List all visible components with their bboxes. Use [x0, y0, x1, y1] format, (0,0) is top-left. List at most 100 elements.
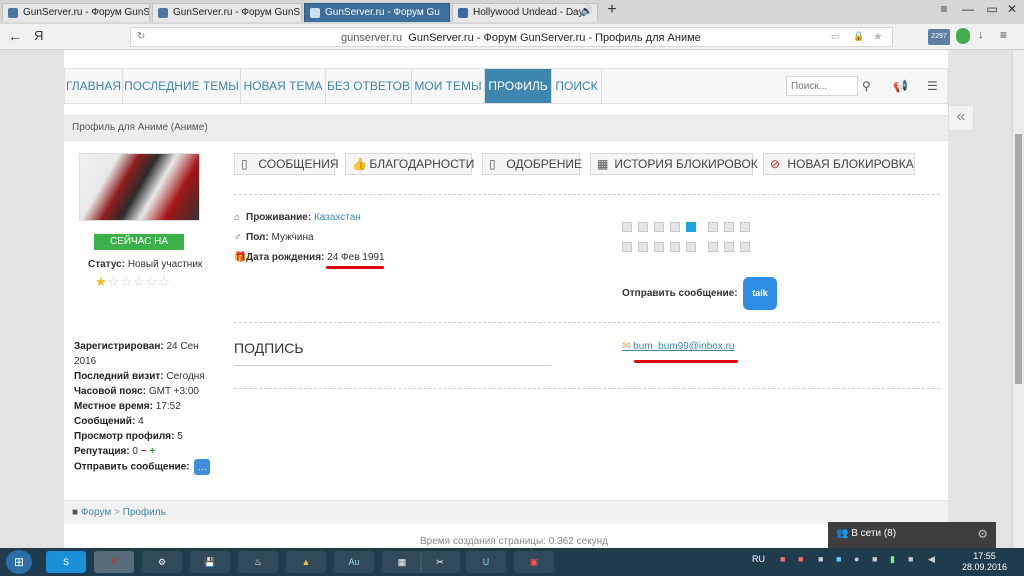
minimize-button[interactable]: —: [956, 2, 980, 16]
search-icon[interactable]: ⚲: [862, 79, 871, 93]
settings-taskbar-icon[interactable]: ⚙: [142, 551, 182, 573]
user-icon[interactable]: [638, 242, 648, 252]
clock[interactable]: 17:55 28.09.2016: [962, 551, 1007, 573]
residence-link[interactable]: Казахстан: [314, 212, 361, 223]
nav-my-topics[interactable]: МОИ ТЕМЫ: [412, 69, 485, 103]
window-taskbar-icon[interactable]: ▦: [382, 551, 422, 573]
messages-button[interactable]: ▯ СООБЩЕНИЯ: [234, 153, 339, 175]
copy-icon[interactable]: ▭: [831, 31, 840, 42]
breadcrumb-home[interactable]: Форум: [81, 507, 111, 518]
list-icon[interactable]: ☰: [927, 79, 938, 93]
announce-icon[interactable]: 📢: [893, 79, 908, 93]
ban-history-button[interactable]: ▦ ИСТОРИЯ БЛОКИРОВОК: [590, 153, 758, 175]
tray-app-icon[interactable]: ■: [798, 554, 803, 564]
steam-icon[interactable]: [670, 242, 680, 252]
tray-app-icon[interactable]: ■: [780, 554, 785, 564]
document-icon: ▯: [489, 157, 496, 171]
divider: [234, 388, 940, 389]
nav-profile[interactable]: ПРОФИЛЬ: [485, 69, 552, 103]
msn-icon[interactable]: [708, 242, 718, 252]
button-label: ОДОБРЕНИЕ: [506, 157, 583, 171]
nav-latest-topics[interactable]: ПОСЛЕДНИЕ ТЕМЫ: [123, 69, 241, 103]
tray-app-icon[interactable]: ■: [908, 554, 913, 564]
nav-search[interactable]: ПОИСК: [552, 69, 602, 103]
game-taskbar-icon[interactable]: ▲: [286, 551, 326, 573]
collapse-sidebar-icon[interactable]: «: [948, 105, 974, 131]
skype-icon[interactable]: [686, 222, 696, 232]
tray-app-icon[interactable]: ■: [872, 554, 877, 564]
aim-icon[interactable]: [740, 242, 750, 252]
web-icon[interactable]: [686, 242, 696, 252]
yahoo-icon[interactable]: [724, 242, 734, 252]
jabber-icon[interactable]: [724, 222, 734, 232]
steam-tray-icon[interactable]: ●: [854, 554, 859, 564]
url-field[interactable]: ↻ gunserver.ru GunServer.ru - Форум GunS…: [130, 27, 893, 47]
email-text: bum_bum99@inbox.ru: [633, 341, 735, 352]
uplay-taskbar-icon[interactable]: U: [466, 551, 506, 573]
new-ban-button[interactable]: ⊘ НОВАЯ БЛОКИРОВКА: [763, 153, 915, 175]
online-users-panel[interactable]: 👥 В сети (8) ⚙: [828, 522, 996, 548]
reload-icon[interactable]: ↻: [137, 31, 145, 42]
lock-icon[interactable]: 🔒: [853, 31, 864, 42]
skype-taskbar-icon[interactable]: S: [46, 551, 86, 573]
gender-value: Мужчина: [271, 232, 314, 243]
thanks-button[interactable]: 👍 БЛАГОДАРНОСТИ: [345, 153, 474, 175]
app-taskbar-icon[interactable]: ▣: [514, 551, 554, 573]
back-button[interactable]: ←: [8, 28, 22, 44]
close-window-button[interactable]: ✕: [1000, 2, 1024, 16]
home-square-icon: ■: [72, 507, 79, 518]
bookmark-star-icon[interactable]: ★: [873, 30, 883, 43]
clock-time: 17:55: [973, 551, 996, 561]
browser-tab-4[interactable]: Hollywood Undead - Day 🔊: [452, 3, 598, 22]
audition-taskbar-icon[interactable]: Au: [334, 551, 374, 573]
browser-tab-2[interactable]: GunServer.ru - Форум GunS: [152, 3, 302, 22]
protect-shield-icon[interactable]: [956, 28, 970, 44]
reputation-plus-button[interactable]: +: [149, 446, 155, 457]
nav-unanswered[interactable]: БЕЗ ОТВЕТОВ: [326, 69, 412, 103]
browser-tab-1[interactable]: GunServer.ru - Форум GunS: [2, 3, 150, 22]
search-small-icon[interactable]: [654, 242, 664, 252]
site-favicon: [310, 8, 320, 18]
icq-icon[interactable]: [708, 222, 718, 232]
start-button[interactable]: ⊞: [6, 550, 32, 574]
tray-app-icon[interactable]: ■: [836, 554, 841, 564]
youtube-icon[interactable]: [622, 242, 632, 252]
language-indicator[interactable]: RU: [752, 554, 765, 564]
save-taskbar-icon[interactable]: 💾: [190, 551, 230, 573]
talk-message-icon[interactable]: talk: [743, 277, 777, 310]
menu-icon[interactable]: ≡: [1000, 28, 1007, 42]
linkedin-icon[interactable]: [670, 222, 680, 232]
scrollbar-thumb[interactable]: [1015, 134, 1022, 384]
tray-app-icon[interactable]: ■: [818, 554, 823, 564]
approval-button[interactable]: ▯ ОДОБРЕНИЕ: [482, 153, 583, 175]
nav-new-topic[interactable]: НОВАЯ ТЕМА: [241, 69, 326, 103]
vk-icon[interactable]: [654, 222, 664, 232]
gear-icon[interactable]: ⚙: [977, 527, 988, 541]
facebook-icon[interactable]: [638, 222, 648, 232]
grid-icon: ▦: [597, 157, 609, 171]
network-icon[interactable]: ▮: [890, 554, 895, 565]
breadcrumb-current[interactable]: Профиль: [123, 507, 166, 518]
new-tab-button[interactable]: +: [600, 1, 624, 19]
male-icon: ♂: [234, 232, 242, 243]
scrollbar[interactable]: [1012, 50, 1024, 548]
nav-home[interactable]: ГЛАВНАЯ: [65, 69, 123, 103]
tool-taskbar-icon[interactable]: ✂: [420, 551, 460, 573]
yandex-logo[interactable]: Я: [34, 28, 43, 43]
reputation-minus-button[interactable]: −: [141, 446, 147, 457]
email-link[interactable]: ✉ bum_bum99@inbox.ru: [622, 341, 735, 352]
forum-content: ГЛАВНАЯ ПОСЛЕДНИЕ ТЕМЫ НОВАЯ ТЕМА БЕЗ ОТ…: [64, 50, 948, 548]
chat-bubble-icon[interactable]: …: [194, 459, 211, 475]
steam-taskbar-icon[interactable]: ♨: [238, 551, 278, 573]
browser-tab-3[interactable]: GunServer.ru - Форум Gu: [304, 3, 450, 22]
volume-icon[interactable]: ◀: [928, 554, 935, 565]
mail-counter-badge[interactable]: 2297: [928, 29, 950, 45]
mute-icon[interactable]: 🔊: [581, 6, 593, 17]
search-input[interactable]: [786, 76, 858, 96]
download-icon[interactable]: ↓: [978, 29, 984, 41]
mail-agent-icon[interactable]: [740, 222, 750, 232]
twitter-icon[interactable]: [622, 222, 632, 232]
yandex-browser-taskbar-icon[interactable]: Y: [94, 551, 134, 573]
stat-label: Просмотр профиля:: [74, 431, 175, 442]
browser-menu-button[interactable]: ≡: [932, 2, 956, 16]
